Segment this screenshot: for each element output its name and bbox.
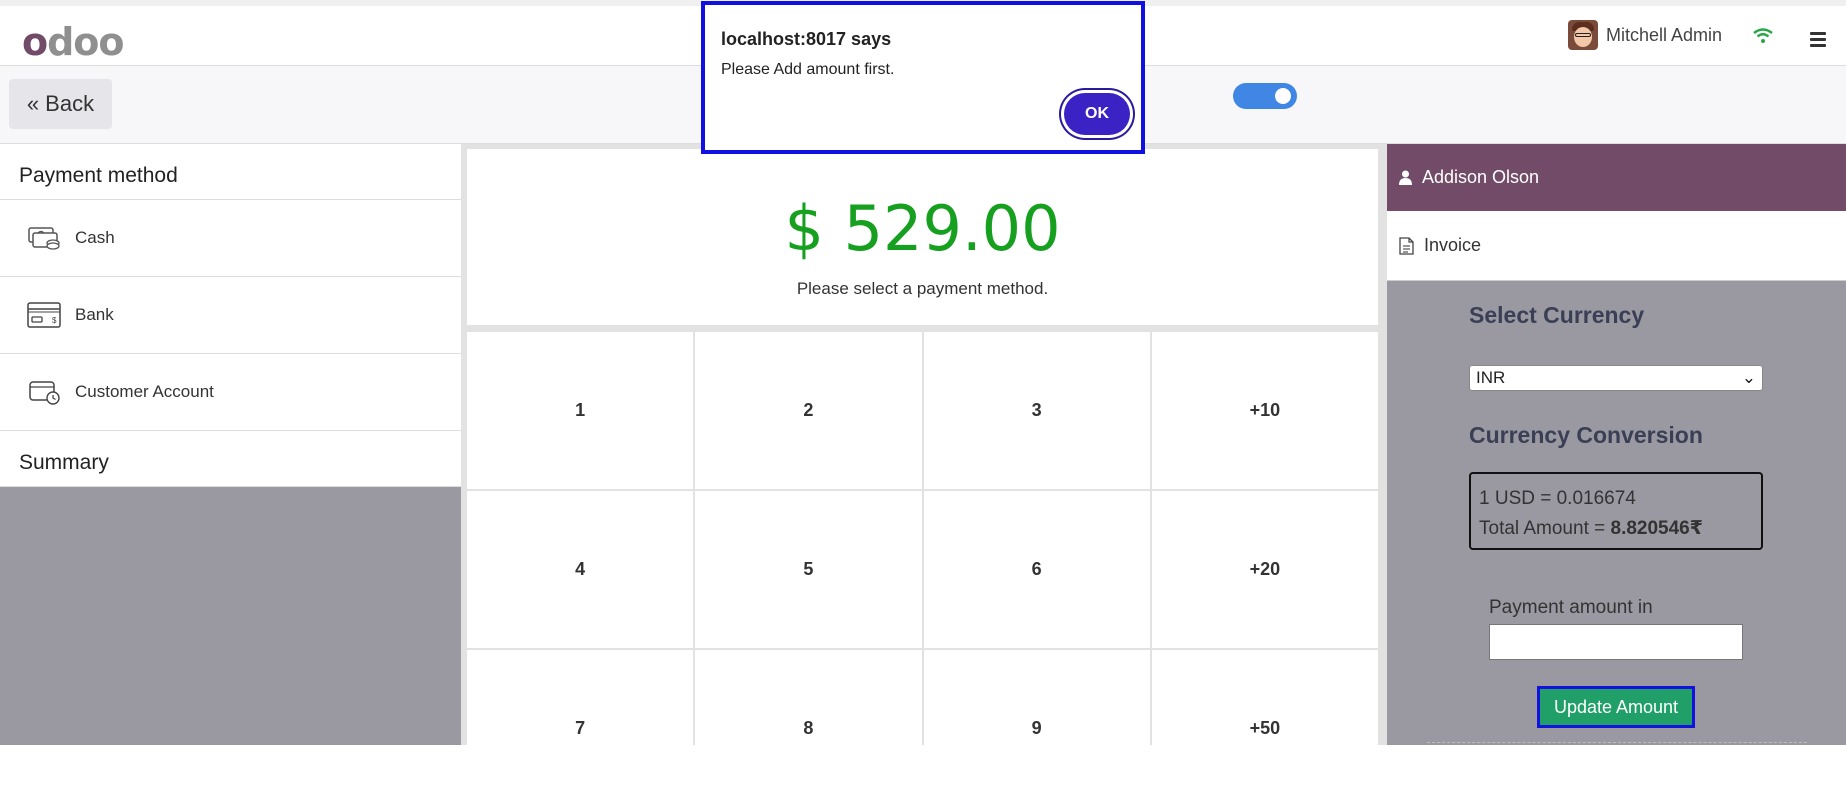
document-icon <box>1399 236 1414 255</box>
payment-method-label: Customer Account <box>75 382 214 401</box>
numpad-key[interactable]: 8 <box>695 650 922 807</box>
amount-display: $ 529.00 Please select a payment method. <box>467 149 1378 325</box>
chevron-down-icon: ⌄ <box>1741 368 1756 387</box>
odoo-logo[interactable]: odoo <box>22 20 125 64</box>
divider <box>1427 742 1807 743</box>
currency-conversion-title: Currency Conversion <box>1469 422 1703 448</box>
payment-amount-input[interactable] <box>1489 624 1743 660</box>
dialog-title: localhost:8017 says <box>721 29 892 49</box>
menu-icon[interactable] <box>1810 32 1826 50</box>
alert-dialog: localhost:8017 says Please Add amount fi… <box>701 1 1145 154</box>
numpad-key[interactable]: 4 <box>467 491 694 648</box>
total-amount: $ 529.00 <box>784 192 1061 265</box>
conversion-total-value: 8.820546₹ <box>1610 518 1703 539</box>
dialog-message: Please Add amount first. <box>721 61 895 78</box>
numpad-key[interactable]: 3 <box>923 332 1150 489</box>
numpad-key[interactable]: +20 <box>1151 491 1378 648</box>
currency-select[interactable]: INR ⌄ <box>1469 365 1763 391</box>
back-label: Back <box>45 91 95 116</box>
avatar <box>1568 20 1598 50</box>
double-chevron-left-icon: « <box>26 91 40 116</box>
payment-center-panel: $ 529.00 Please select a payment method.… <box>461 144 1387 807</box>
dialog-ok-button[interactable]: OK <box>1064 93 1130 135</box>
conversion-total: Total Amount = 8.820546₹ <box>1479 518 1703 539</box>
numpad-key[interactable]: +10 <box>1151 332 1378 489</box>
payment-method-label: Bank <box>75 305 114 324</box>
bank-card-icon: $ <box>27 302 61 328</box>
numpad-key[interactable]: 2 <box>695 332 922 489</box>
svg-text:$: $ <box>52 316 57 325</box>
back-button[interactable]: « Back <box>9 79 112 129</box>
payment-hint: Please select a payment method. <box>796 279 1049 298</box>
numpad-key[interactable]: 1 <box>467 332 694 489</box>
select-currency-title: Select Currency <box>1469 302 1645 328</box>
customer-button[interactable]: Addison Olson <box>1387 144 1846 211</box>
invoice-label: Invoice <box>1424 235 1482 255</box>
payment-side-panel: Addison Olson Invoice Select Currency IN… <box>1387 144 1846 745</box>
numpad-key[interactable]: 7 <box>467 650 694 807</box>
customer-name: Addison Olson <box>1422 167 1540 187</box>
cash-icon <box>28 227 60 250</box>
numpad: 1 2 3 +10 4 5 6 +20 7 8 9 +50 <box>467 332 1378 807</box>
user-menu[interactable]: Mitchell Admin <box>1568 20 1722 50</box>
invoice-button[interactable]: Invoice <box>1387 211 1846 281</box>
user-icon <box>1399 170 1412 185</box>
numpad-key[interactable]: 9 <box>923 650 1150 807</box>
payment-amount-label: Payment amount in <box>1489 597 1653 618</box>
currency-selected-value: INR <box>1476 368 1506 387</box>
payment-methods-panel: Payment method Cash $ Bank Customer Acco… <box>0 144 461 745</box>
payment-method-customer-account[interactable]: Customer Account <box>0 354 461 431</box>
wifi-icon <box>1753 28 1773 43</box>
user-name: Mitchell Admin <box>1606 24 1723 45</box>
payment-method-title: Payment method <box>0 144 461 200</box>
summary-title: Summary <box>0 431 461 487</box>
toggle-switch[interactable] <box>1233 83 1297 109</box>
numpad-key[interactable]: 5 <box>695 491 922 648</box>
update-amount-focus-ring: Update Amount <box>1537 686 1695 728</box>
payment-method-cash[interactable]: Cash <box>0 200 461 277</box>
payment-method-bank[interactable]: $ Bank <box>0 277 461 354</box>
numpad-key[interactable]: 6 <box>923 491 1150 648</box>
conversion-rate: 1 USD = 0.016674 <box>1479 488 1636 509</box>
conversion-box: 1 USD = 0.016674 Total Amount = 8.820546… <box>1469 472 1763 550</box>
payment-method-label: Cash <box>75 228 115 247</box>
update-amount-button[interactable]: Update Amount <box>1540 689 1692 725</box>
numpad-key[interactable]: +50 <box>1151 650 1378 807</box>
wallet-clock-icon <box>29 381 60 405</box>
